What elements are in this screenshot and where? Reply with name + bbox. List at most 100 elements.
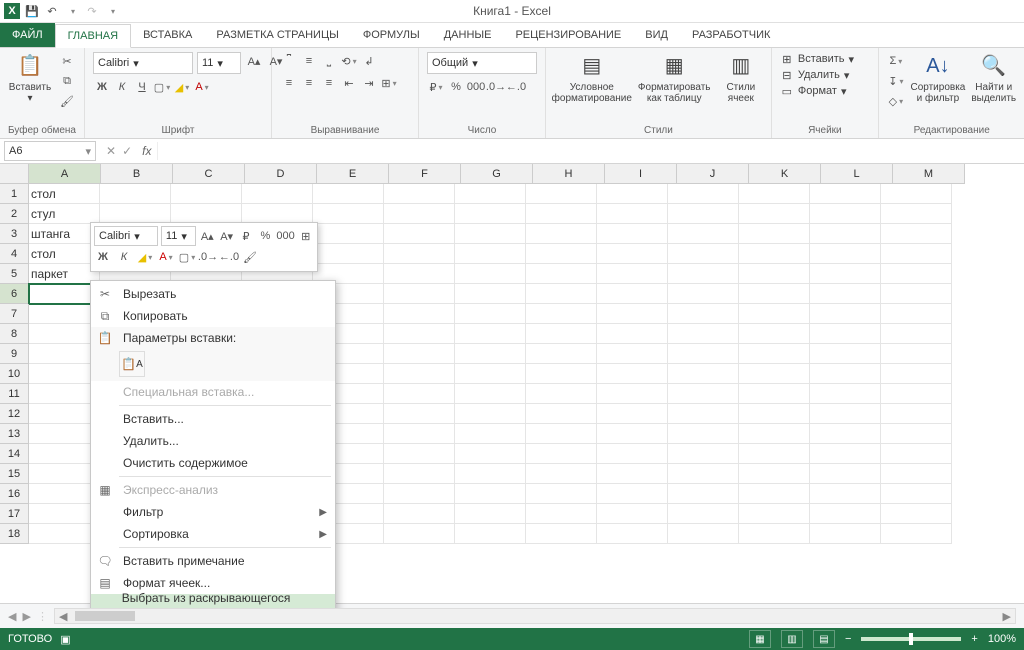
cell-I13[interactable] — [597, 424, 668, 444]
cell-E2[interactable] — [313, 204, 384, 224]
col-header-G[interactable]: G — [461, 164, 533, 184]
cell-H11[interactable] — [526, 384, 597, 404]
find-select-button[interactable]: 🔍Найти и выделить — [971, 52, 1017, 104]
decrease-indent-icon[interactable]: ⇤ — [340, 74, 358, 92]
view-page-break-icon[interactable]: ▤ — [813, 630, 835, 648]
ctx-filter[interactable]: Фильтр▶ — [91, 501, 335, 523]
cell-L12[interactable] — [810, 404, 881, 424]
comma-format-icon[interactable]: 000 — [467, 78, 485, 96]
mini-accounting-icon[interactable]: ₽ — [238, 227, 254, 245]
cell-H6[interactable] — [526, 284, 597, 304]
cell-J4[interactable] — [668, 244, 739, 264]
cell-M7[interactable] — [881, 304, 952, 324]
cell-G17[interactable] — [455, 504, 526, 524]
cell-G5[interactable] — [455, 264, 526, 284]
col-header-J[interactable]: J — [677, 164, 749, 184]
cell-G15[interactable] — [455, 464, 526, 484]
cell-H16[interactable] — [526, 484, 597, 504]
mini-italic-button[interactable]: К — [115, 248, 133, 266]
cell-K16[interactable] — [739, 484, 810, 504]
redo-icon[interactable]: ↷ — [84, 3, 100, 19]
cell-G13[interactable] — [455, 424, 526, 444]
col-header-K[interactable]: K — [749, 164, 821, 184]
mini-bold-button[interactable]: Ж — [94, 248, 112, 266]
cell-M17[interactable] — [881, 504, 952, 524]
cut-icon[interactable]: ✂ — [58, 52, 76, 70]
cell-H13[interactable] — [526, 424, 597, 444]
cell-I5[interactable] — [597, 264, 668, 284]
align-top-icon[interactable]: ⎴ — [280, 52, 298, 70]
cell-D2[interactable] — [242, 204, 313, 224]
bold-button[interactable]: Ж — [93, 78, 111, 96]
cell-M5[interactable] — [881, 264, 952, 284]
cell-K7[interactable] — [739, 304, 810, 324]
cell-I7[interactable] — [597, 304, 668, 324]
tab-formulas[interactable]: ФОРМУЛЫ — [351, 23, 432, 47]
cell-L14[interactable] — [810, 444, 881, 464]
row-header-1[interactable]: 1 — [0, 184, 29, 204]
cell-F14[interactable] — [384, 444, 455, 464]
font-color-button[interactable]: A — [193, 78, 211, 96]
cell-I12[interactable] — [597, 404, 668, 424]
cell-B2[interactable] — [100, 204, 171, 224]
mini-increase-decimal-icon[interactable]: .0→ — [199, 248, 217, 266]
fill-color-button[interactable]: ◢ — [173, 78, 191, 96]
cell-K10[interactable] — [739, 364, 810, 384]
undo-icon[interactable]: ↶ — [44, 3, 60, 19]
formula-input[interactable] — [157, 142, 1024, 160]
cancel-formula-icon[interactable]: ✕ — [106, 144, 116, 158]
view-normal-icon[interactable]: ▦ — [749, 630, 771, 648]
cell-F18[interactable] — [384, 524, 455, 544]
cell-F11[interactable] — [384, 384, 455, 404]
cell-J10[interactable] — [668, 364, 739, 384]
macro-record-icon[interactable]: ▣ — [60, 633, 70, 646]
cell-J1[interactable] — [668, 184, 739, 204]
cell-H7[interactable] — [526, 304, 597, 324]
cell-J12[interactable] — [668, 404, 739, 424]
cell-K17[interactable] — [739, 504, 810, 524]
row-header-10[interactable]: 10 — [0, 364, 29, 384]
cell-L5[interactable] — [810, 264, 881, 284]
mini-format-painter-icon[interactable]: 🖌 — [241, 248, 259, 266]
cell-J13[interactable] — [668, 424, 739, 444]
format-painter-icon[interactable]: 🖌 — [58, 92, 76, 110]
cell-L15[interactable] — [810, 464, 881, 484]
clear-button[interactable]: ◇ — [887, 92, 905, 110]
cell-J2[interactable] — [668, 204, 739, 224]
cell-A2[interactable]: стул — [29, 204, 100, 224]
cell-J9[interactable] — [668, 344, 739, 364]
cell-H8[interactable] — [526, 324, 597, 344]
mini-font-color-icon[interactable]: A — [157, 248, 175, 266]
format-as-table-button[interactable]: ▦Форматировать как таблицу — [636, 52, 713, 104]
cell-I10[interactable] — [597, 364, 668, 384]
insert-cells-button[interactable]: ⊞Вставить▾ — [780, 52, 854, 66]
cell-J3[interactable] — [668, 224, 739, 244]
cell-L13[interactable] — [810, 424, 881, 444]
cell-F13[interactable] — [384, 424, 455, 444]
worksheet[interactable]: A B C D E F G H I J K L M 1стол2стул3шта… — [0, 164, 1024, 608]
zoom-level[interactable]: 100% — [988, 633, 1016, 645]
cell-M1[interactable] — [881, 184, 952, 204]
align-right-icon[interactable]: ≡ — [320, 74, 338, 92]
font-name-combo[interactable]: Calibri▾ — [93, 52, 193, 74]
cell-J17[interactable] — [668, 504, 739, 524]
fx-icon[interactable]: fx — [138, 144, 151, 158]
tab-file[interactable]: ФАЙЛ — [0, 23, 55, 47]
cell-H12[interactable] — [526, 404, 597, 424]
paste-button[interactable]: 📋 Вставить ▾ — [8, 52, 52, 104]
tab-view[interactable]: ВИД — [633, 23, 680, 47]
row-header-12[interactable]: 12 — [0, 404, 29, 424]
cell-K9[interactable] — [739, 344, 810, 364]
fill-button[interactable]: ↧ — [887, 72, 905, 90]
align-left-icon[interactable]: ≡ — [280, 74, 298, 92]
ctx-sort[interactable]: Сортировка▶ — [91, 523, 335, 545]
cell-J11[interactable] — [668, 384, 739, 404]
wrap-text-icon[interactable]: ↲ — [360, 52, 378, 70]
font-size-combo[interactable]: 11▾ — [197, 52, 241, 74]
sheet-nav-next-icon[interactable]: ▶ — [22, 610, 30, 623]
mini-decrease-decimal-icon[interactable]: ←.0 — [220, 248, 238, 266]
cell-F17[interactable] — [384, 504, 455, 524]
borders-button[interactable]: ▢ — [153, 78, 171, 96]
align-middle-icon[interactable]: ≡ — [300, 52, 318, 70]
sort-filter-button[interactable]: A↓Сортировка и фильтр — [911, 52, 965, 104]
